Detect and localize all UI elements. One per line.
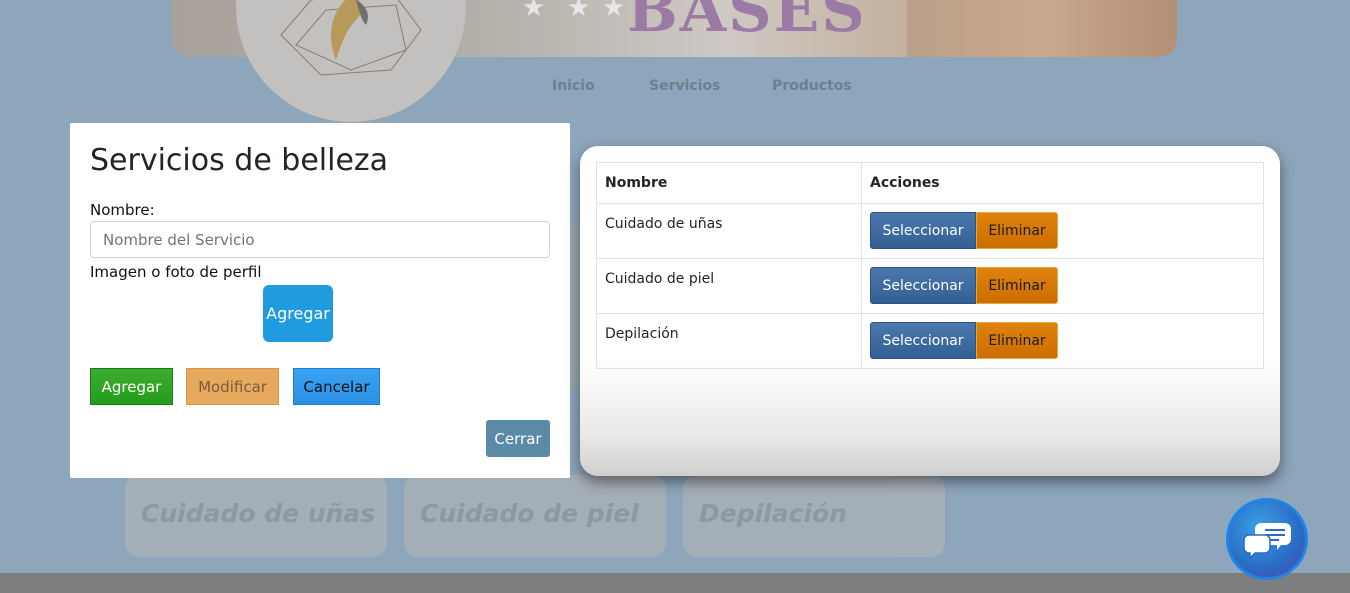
name-label: Nombre: xyxy=(90,201,155,219)
table-row: Cuidado de uñas Seleccionar Eliminar xyxy=(596,203,1264,259)
table-row: Depilación Seleccionar Eliminar xyxy=(596,313,1264,369)
service-card-title: Cuidado de piel xyxy=(420,499,639,528)
row-actions: Seleccionar Eliminar xyxy=(861,258,1264,314)
service-name-input[interactable] xyxy=(90,221,550,258)
modal-title: Servicios de belleza xyxy=(90,143,389,178)
delete-button[interactable]: Eliminar xyxy=(976,267,1058,304)
row-name: Cuidado de uñas xyxy=(596,203,862,259)
service-card[interactable]: Cuidado de uñas xyxy=(125,475,387,557)
column-header-acciones: Acciones xyxy=(861,162,1264,204)
service-card[interactable]: Depilación xyxy=(683,475,945,557)
banner-title: BASES xyxy=(627,0,867,46)
nav-inicio[interactable]: Inicio xyxy=(552,78,595,94)
star-icon: ★ xyxy=(567,0,591,23)
add-button[interactable]: Agregar xyxy=(90,368,173,405)
table-row: Cuidado de piel Seleccionar Eliminar xyxy=(596,258,1264,314)
row-actions: Seleccionar Eliminar xyxy=(861,203,1264,259)
delete-button[interactable]: Eliminar xyxy=(976,212,1058,249)
logo-hair-icon xyxy=(280,0,422,76)
service-card-title: Cuidado de uñas xyxy=(141,499,376,528)
select-button[interactable]: Seleccionar xyxy=(870,212,976,249)
service-card-title: Depilación xyxy=(699,499,847,528)
upload-image-button[interactable]: Agregar xyxy=(263,285,333,342)
image-label: Imagen o foto de perfil xyxy=(90,263,262,281)
select-button[interactable]: Seleccionar xyxy=(870,267,976,304)
select-button[interactable]: Seleccionar xyxy=(870,322,976,359)
banner-photo xyxy=(907,0,1177,57)
table-header-row: Nombre Acciones xyxy=(596,162,1264,204)
row-name: Depilación xyxy=(596,313,862,369)
logo[interactable] xyxy=(236,0,466,122)
nav-productos[interactable]: Productos xyxy=(772,78,852,94)
star-icon: ★ xyxy=(522,0,546,23)
delete-button[interactable]: Eliminar xyxy=(976,322,1058,359)
services-table: Nombre Acciones Cuidado de uñas Seleccio… xyxy=(596,162,1264,369)
service-card[interactable]: Cuidado de piel xyxy=(404,475,666,557)
row-actions: Seleccionar Eliminar xyxy=(861,313,1264,369)
nav-servicios[interactable]: Servicios xyxy=(649,78,720,94)
modify-button[interactable]: Modificar xyxy=(186,368,279,405)
cancel-button[interactable]: Cancelar xyxy=(293,368,380,405)
close-button[interactable]: Cerrar xyxy=(486,420,550,457)
footer-bar xyxy=(0,573,1350,593)
services-table-panel: Nombre Acciones Cuidado de uñas Seleccio… xyxy=(580,146,1280,476)
star-icon: ★ xyxy=(602,0,626,23)
chat-button[interactable] xyxy=(1226,498,1308,580)
column-header-nombre: Nombre xyxy=(596,162,862,204)
service-modal: Servicios de belleza Nombre: Imagen o fo… xyxy=(70,123,570,478)
chat-bubbles-icon xyxy=(1243,523,1291,560)
row-name: Cuidado de piel xyxy=(596,258,862,314)
